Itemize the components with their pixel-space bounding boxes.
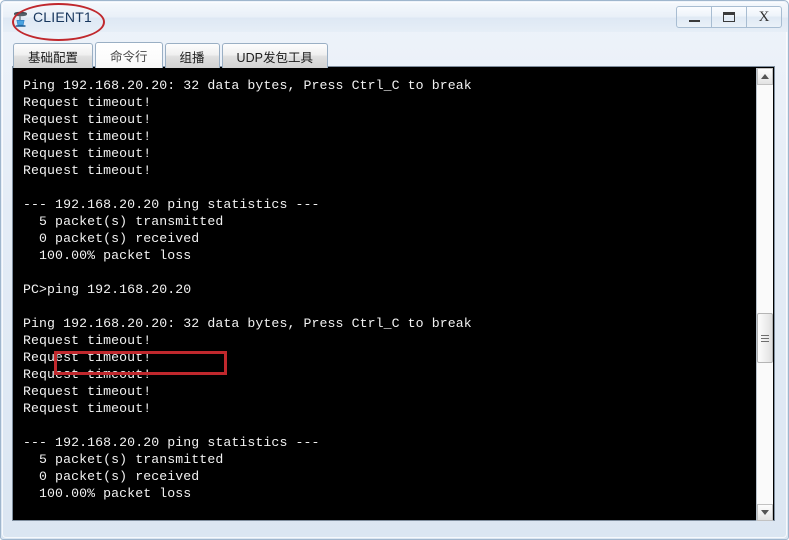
- scroll-up-arrow-icon: [761, 74, 769, 79]
- scrollbar-grip-icon: [761, 333, 769, 344]
- terminal-line: Request timeout!: [23, 384, 152, 399]
- terminal-line: Request timeout!: [23, 401, 152, 416]
- window-title: CLIENT1: [33, 9, 92, 25]
- tab-udp-tool[interactable]: UDP发包工具: [221, 43, 328, 68]
- scroll-down-arrow-icon: [761, 510, 769, 515]
- terminal-line: Request timeout!: [23, 163, 152, 178]
- terminal-console[interactable]: Ping 192.168.20.20: 32 data bytes, Press…: [13, 67, 758, 520]
- tab-command-line[interactable]: 命令行: [95, 42, 163, 68]
- scrollbar-track[interactable]: [757, 85, 773, 504]
- screenshot-root: CLIENT1 X 基础配置 命令行 组播 UDP发包工具 Ping 192.1…: [0, 0, 789, 540]
- pc-device-icon: [11, 8, 31, 28]
- terminal-line: Request timeout!: [23, 367, 152, 382]
- close-button[interactable]: X: [746, 6, 782, 28]
- terminal-line: 0 packet(s) received: [23, 469, 200, 484]
- terminal-line: Request timeout!: [23, 350, 152, 365]
- minimize-button[interactable]: [676, 6, 712, 28]
- terminal-panel: Ping 192.168.20.20: 32 data bytes, Press…: [12, 66, 775, 521]
- title-bar: CLIENT1 X: [3, 3, 788, 32]
- terminal-line: PC>ping 192.168.20.20: [23, 282, 192, 297]
- terminal-line: Ping 192.168.20.20: 32 data bytes, Press…: [23, 78, 472, 93]
- terminal-output: Ping 192.168.20.20: 32 data bytes, Press…: [23, 77, 749, 519]
- terminal-scrollbar[interactable]: [756, 68, 773, 521]
- terminal-line: --- 192.168.20.20 ping statistics ---: [23, 197, 320, 212]
- scrollbar-thumb[interactable]: [757, 313, 773, 363]
- scroll-down-button[interactable]: [757, 504, 773, 521]
- scroll-up-button[interactable]: [757, 68, 773, 85]
- terminal-line: Request timeout!: [23, 333, 152, 348]
- tab-label: 基础配置: [28, 50, 79, 65]
- terminal-line: 100.00% packet loss: [23, 248, 192, 263]
- close-icon: X: [758, 8, 770, 25]
- tab-basic-config[interactable]: 基础配置: [13, 43, 94, 68]
- terminal-line: --- 192.168.20.20 ping statistics ---: [23, 435, 320, 450]
- client-window: CLIENT1 X 基础配置 命令行 组播 UDP发包工具 Ping 192.1…: [0, 0, 789, 540]
- tab-bar: 基础配置 命令行 组播 UDP发包工具: [13, 42, 773, 68]
- terminal-line: Request timeout!: [23, 146, 152, 161]
- tab-multicast[interactable]: 组播: [164, 43, 220, 68]
- terminal-line: Request timeout!: [23, 112, 152, 127]
- minimize-icon: [688, 19, 700, 22]
- terminal-line: 0 packet(s) received: [23, 231, 200, 246]
- maximize-icon: [723, 12, 735, 22]
- tab-label: UDP发包工具: [236, 50, 313, 65]
- terminal-line: Request timeout!: [23, 129, 152, 144]
- terminal-line: Ping 192.168.20.20: 32 data bytes, Press…: [23, 316, 472, 331]
- tab-label: 命令行: [110, 50, 148, 64]
- terminal-line: 100.00% packet loss: [23, 486, 192, 501]
- window-controls: X: [676, 6, 782, 28]
- terminal-line: Request timeout!: [23, 95, 152, 110]
- terminal-line: 5 packet(s) transmitted: [23, 452, 224, 467]
- terminal-line: 5 packet(s) transmitted: [23, 214, 224, 229]
- tab-label: 组播: [179, 50, 205, 65]
- maximize-button[interactable]: [711, 6, 747, 28]
